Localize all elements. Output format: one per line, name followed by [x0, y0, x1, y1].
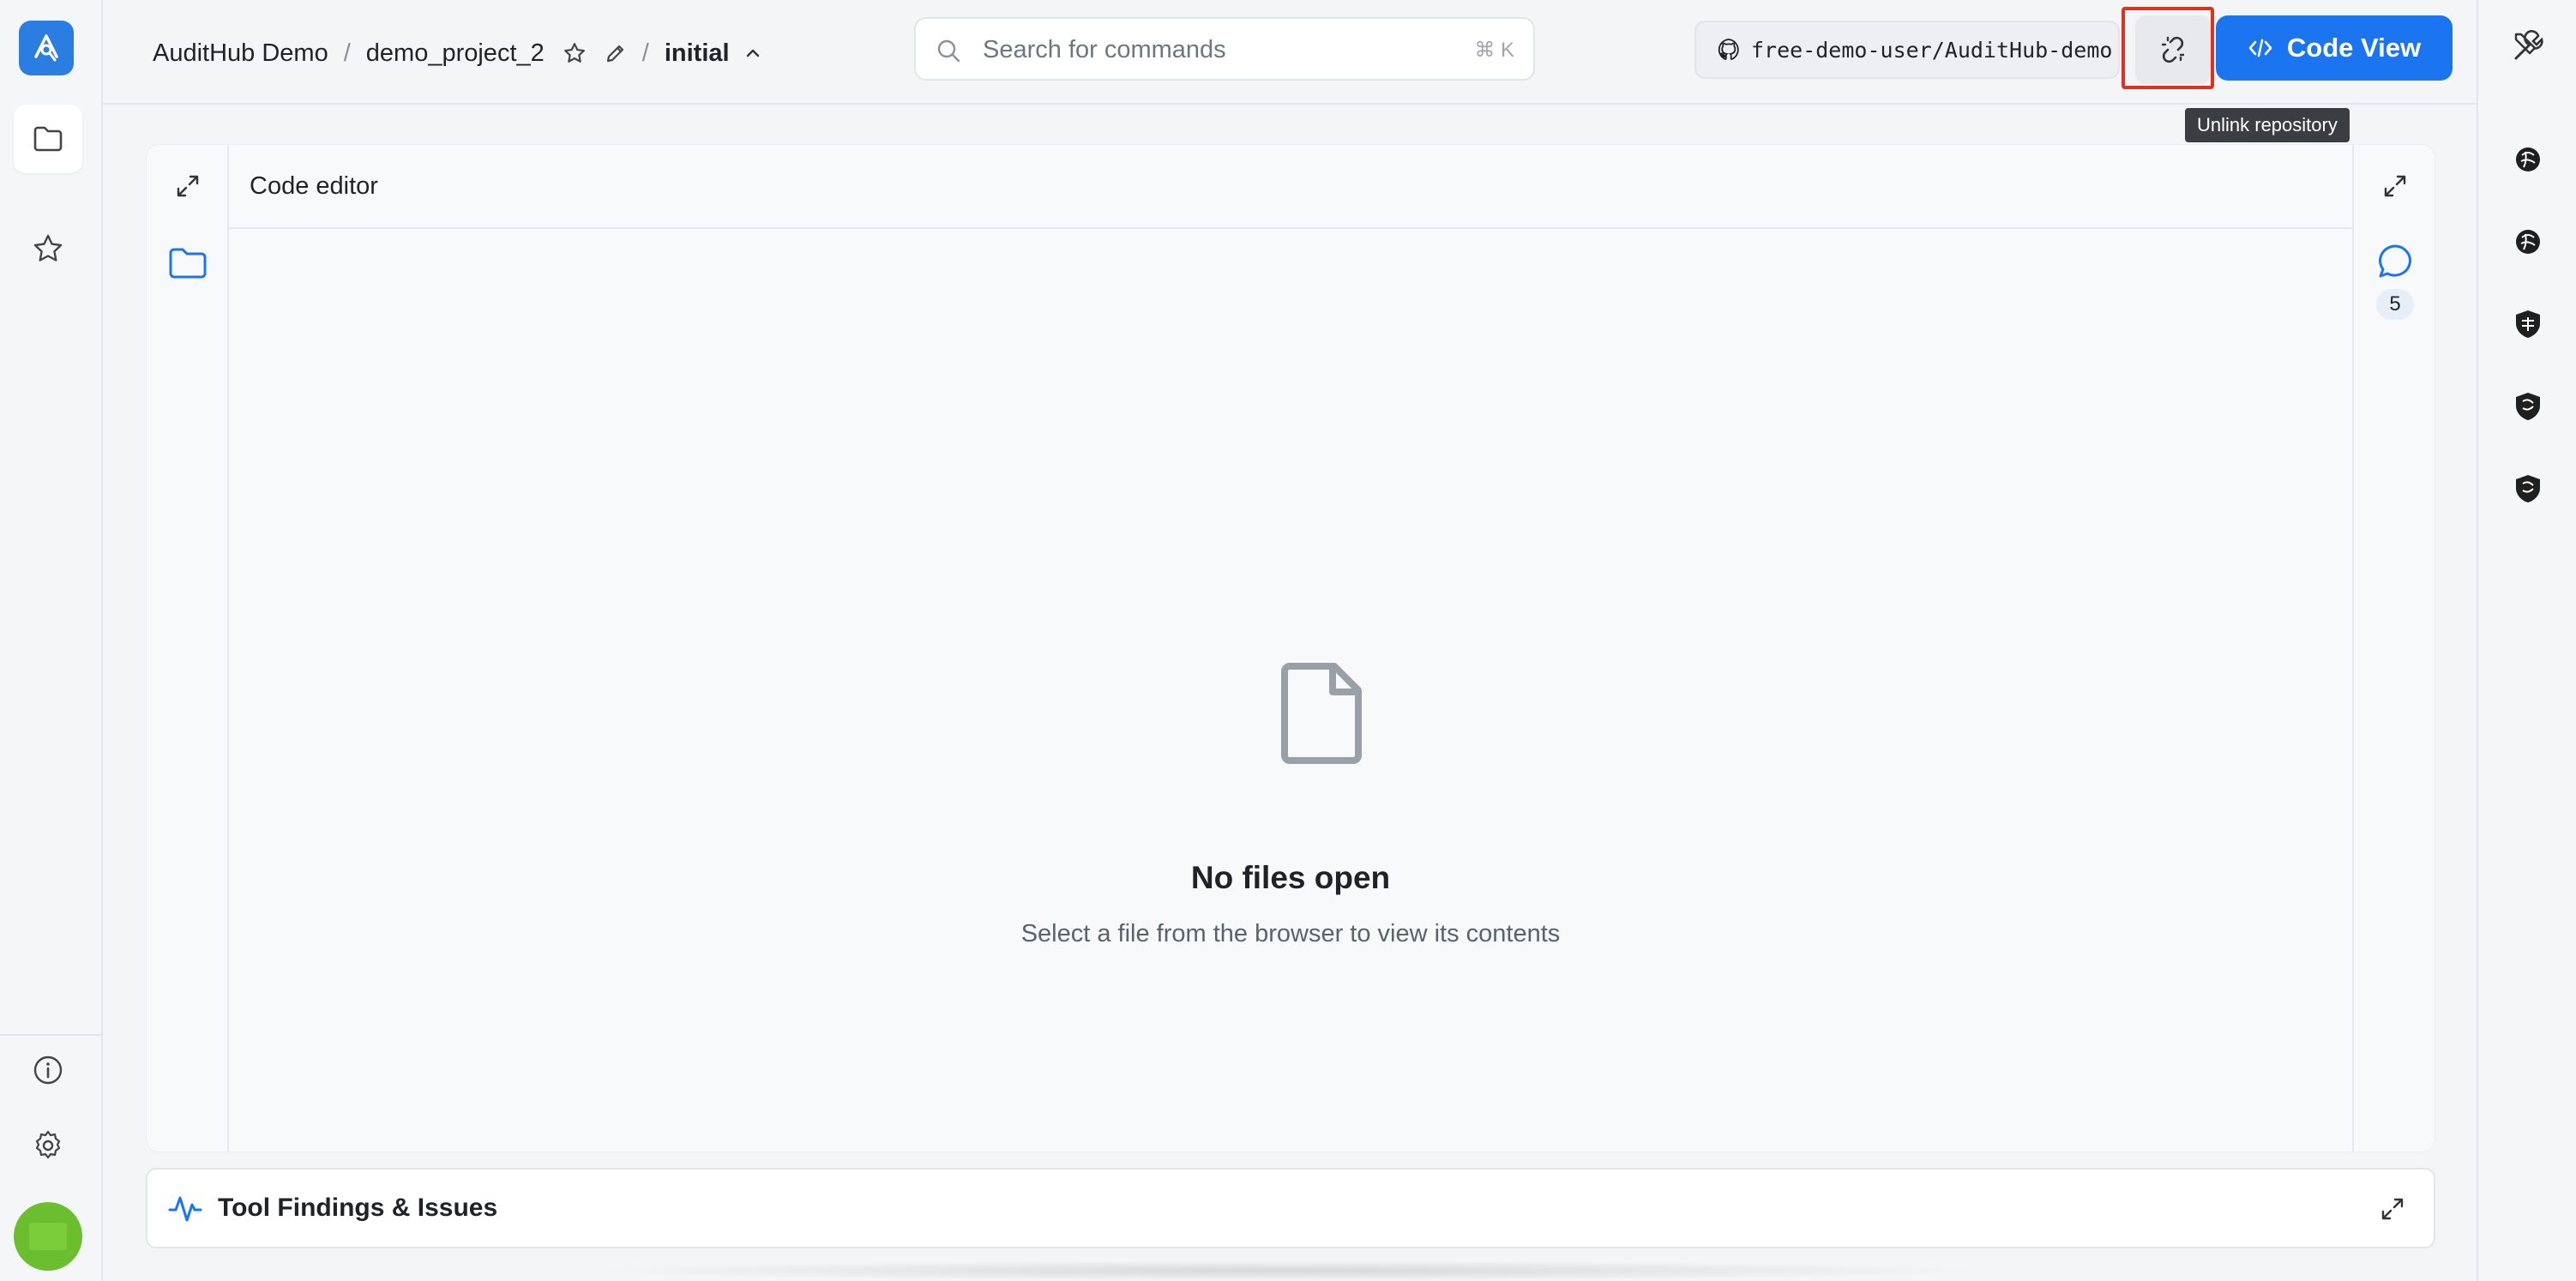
broken-link-icon — [2158, 34, 2188, 65]
unlink-tooltip: Unlink repository — [2185, 108, 2350, 142]
brain-icon[interactable] — [2509, 141, 2547, 178]
brain-icon[interactable] — [2509, 223, 2547, 261]
comments-icon[interactable] — [2374, 241, 2416, 282]
wrench-screwdriver-icon[interactable] — [2509, 27, 2547, 65]
expand-icon[interactable] — [169, 167, 207, 205]
file-browser-folder-icon[interactable] — [167, 243, 208, 284]
gear-icon — [32, 1129, 64, 1162]
search-shortcut: ⌘ K — [1474, 39, 1514, 62]
file-icon — [1279, 661, 1365, 764]
activity-pulse-icon — [168, 1193, 202, 1224]
breadcrumb: AuditHub Demo / demo_project_2 / initial — [153, 34, 762, 72]
empty-state-subtitle: Select a file from the browser to view i… — [1020, 920, 1561, 947]
bottom-shadow — [583, 1260, 1989, 1281]
breadcrumb-version[interactable]: initial — [665, 39, 730, 68]
favorites-nav-button[interactable] — [14, 214, 82, 283]
breadcrumb-project[interactable]: demo_project_2 — [366, 39, 545, 68]
chevron-up-icon[interactable] — [743, 44, 762, 63]
shield-icon[interactable] — [2509, 470, 2547, 508]
shield-icon[interactable] — [2509, 388, 2547, 425]
repository-name: free-demo-user/AuditHub-demo — [1751, 37, 2113, 63]
code-view-button[interactable]: Code View — [2216, 15, 2453, 81]
expand-icon[interactable] — [2376, 167, 2414, 205]
code-icon — [2248, 37, 2273, 59]
info-button[interactable] — [14, 1036, 82, 1104]
avatar-image — [29, 1223, 67, 1250]
projects-nav-button[interactable] — [14, 105, 82, 173]
breadcrumb-separator: / — [343, 39, 351, 67]
tool-findings-panel[interactable]: Tool Findings & Issues — [146, 1168, 2435, 1248]
empty-state: No files open Select a file from the bro… — [229, 229, 2352, 1152]
linked-repository[interactable]: free-demo-user/AuditHub-demo — [1694, 21, 2120, 79]
settings-button[interactable] — [14, 1111, 82, 1180]
edit-pencil-icon[interactable] — [605, 42, 627, 64]
left-sidebar — [0, 0, 103, 1281]
command-search[interactable]: ⌘ K — [914, 17, 1535, 81]
breadcrumb-separator: / — [641, 39, 649, 67]
info-icon — [33, 1055, 63, 1086]
search-icon — [935, 37, 962, 64]
app-logo-icon[interactable] — [19, 21, 74, 75]
tool-findings-label: Tool Findings & Issues — [218, 1194, 498, 1222]
search-input[interactable] — [983, 31, 1429, 69]
top-header: AuditHub Demo / demo_project_2 / initial… — [103, 0, 2477, 105]
right-tools-sidebar — [2477, 0, 2576, 1281]
comments-count-badge: 5 — [2376, 289, 2414, 320]
favorite-star-icon[interactable] — [563, 42, 586, 64]
folder-icon — [33, 125, 63, 153]
empty-state-title: No files open — [1190, 860, 1391, 895]
expand-icon[interactable] — [2379, 1195, 2406, 1223]
unlink-repository-button[interactable] — [2135, 15, 2211, 84]
user-avatar[interactable] — [14, 1202, 82, 1271]
editor-title: Code editor — [229, 145, 2352, 229]
editor-right-toolbar: 5 — [2352, 145, 2435, 1152]
github-icon — [1717, 38, 1741, 62]
editor-left-toolbar — [147, 145, 229, 1152]
star-icon — [33, 233, 63, 264]
code-view-label: Code View — [2286, 33, 2422, 63]
code-editor-panel: Code editor 5 No files open Select a fil… — [146, 144, 2435, 1152]
shield-icon[interactable] — [2509, 305, 2547, 343]
breadcrumb-org[interactable]: AuditHub Demo — [153, 39, 328, 68]
